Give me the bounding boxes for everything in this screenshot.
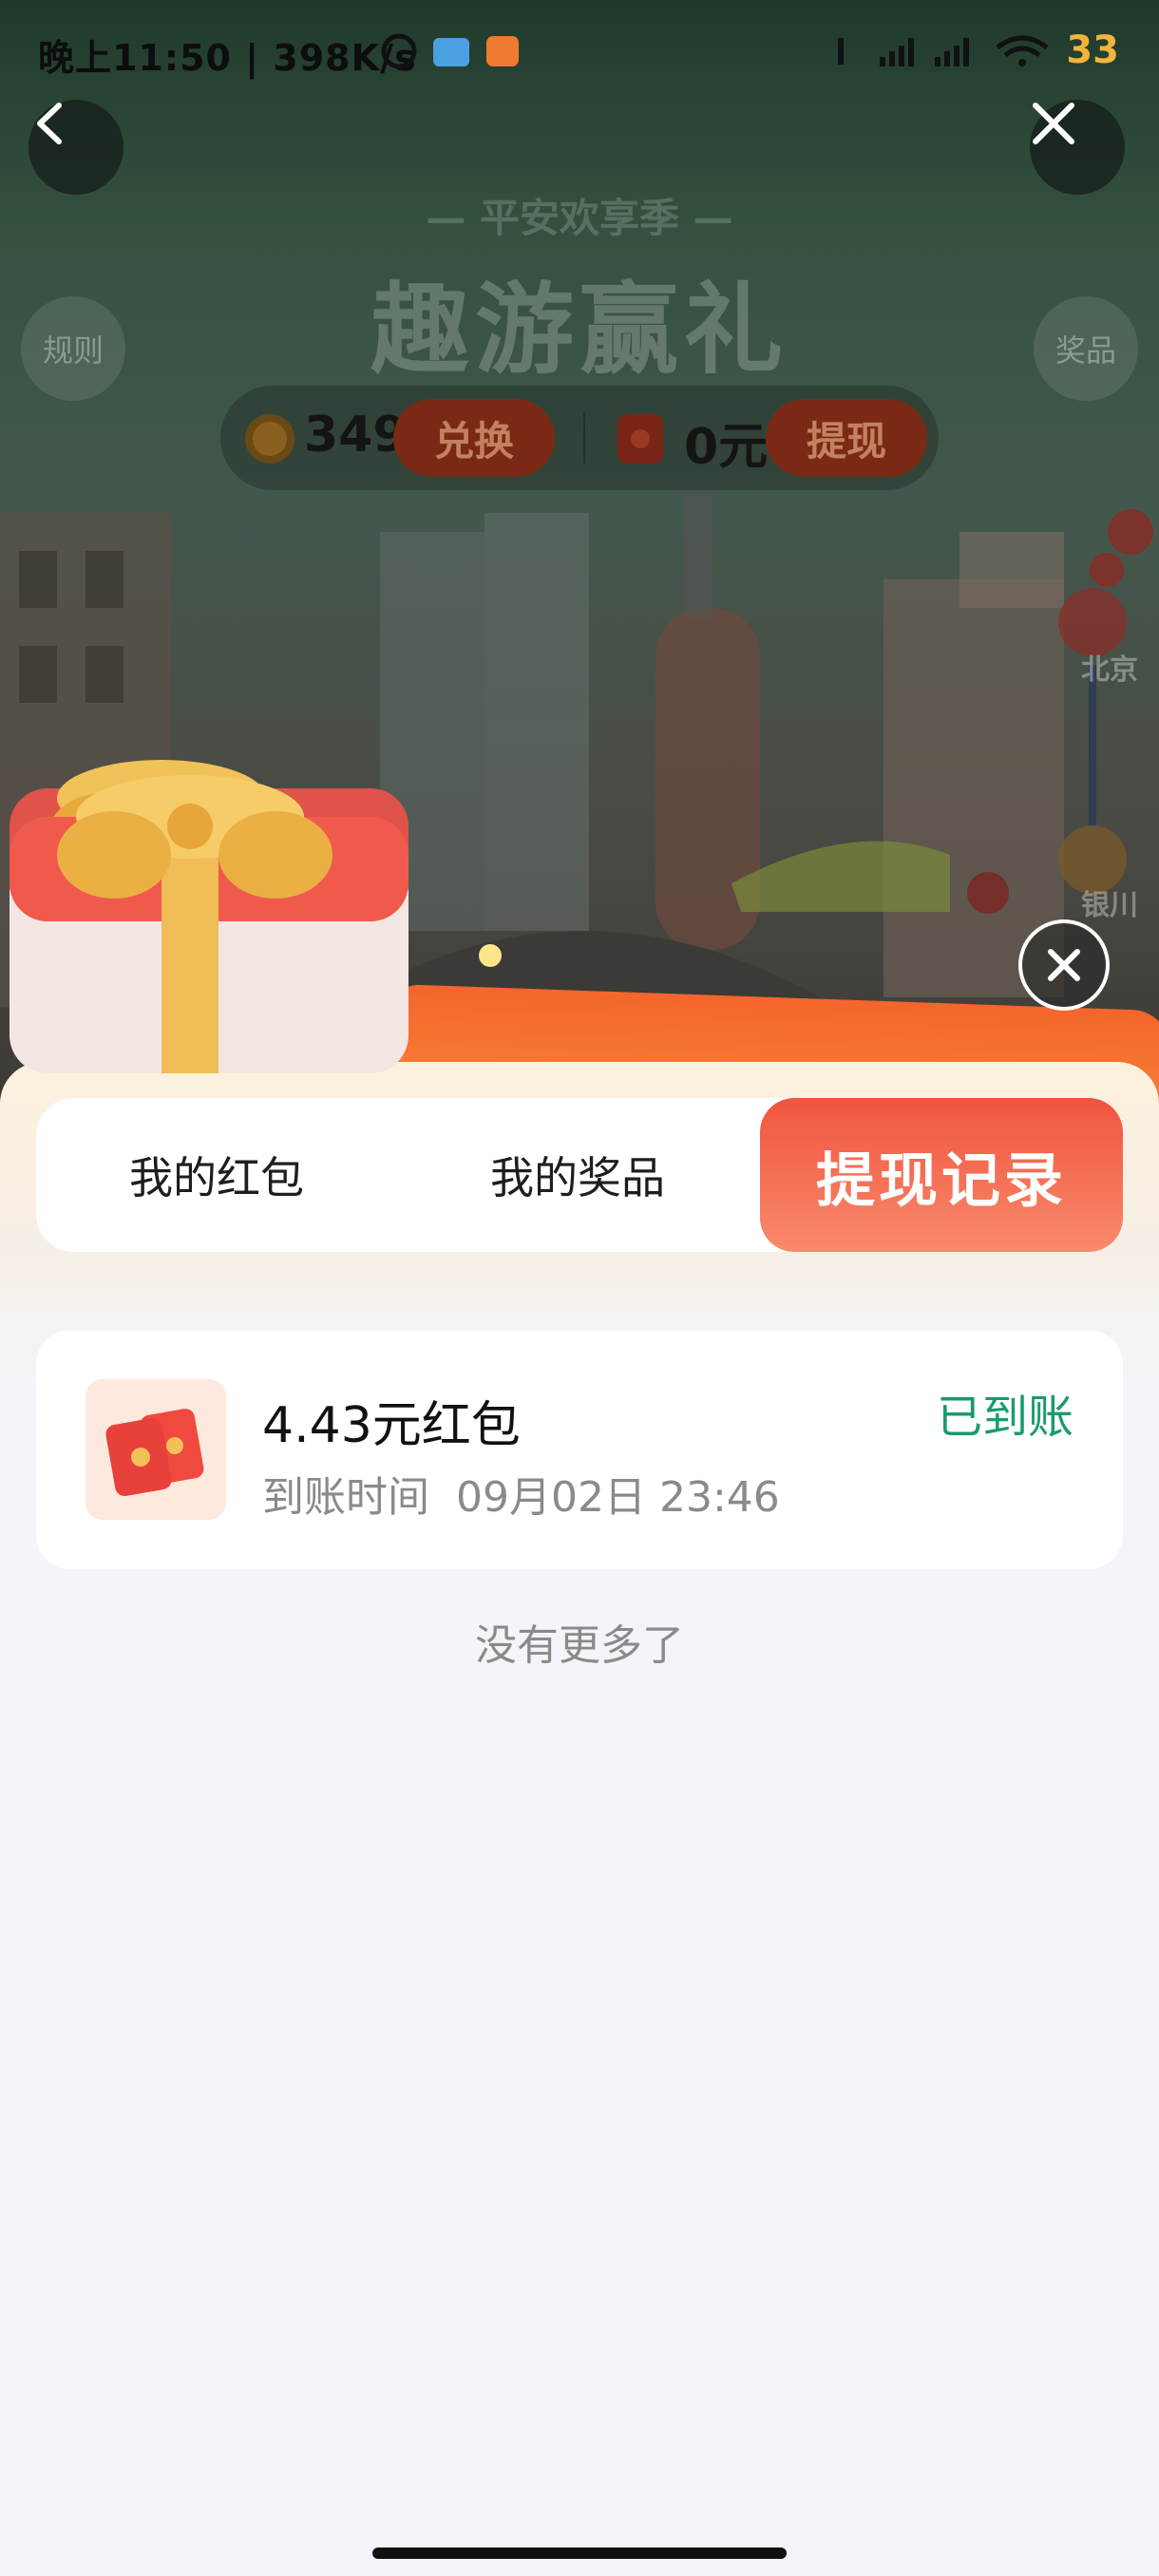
city-label-yinchuan: 银川	[1081, 889, 1138, 922]
home-indicator[interactable]	[372, 2548, 787, 2559]
battery-level: 33	[1066, 28, 1119, 72]
record-time-value: 09月02日 23:46	[456, 1473, 780, 1522]
record-amount: 4.43元红包	[262, 1397, 521, 1454]
red-envelope-icon	[105, 1409, 204, 1497]
city-label-beijing: 北京	[1081, 653, 1138, 687]
gift-box-illustration	[10, 775, 408, 1073]
status-bar: 晚上11:50 | 398K/s 33	[0, 0, 1159, 104]
tab-my-prizes[interactable]: 我的奖品	[397, 1098, 758, 1252]
status-badge: 已到账	[936, 1391, 1074, 1444]
signal-wifi-icons	[838, 35, 1049, 66]
status-icons-left	[381, 33, 469, 69]
coin-icon	[245, 414, 294, 464]
close-icon	[1033, 103, 1074, 144]
record-time-label: 到账时间	[262, 1473, 429, 1522]
back-button[interactable]	[28, 100, 124, 195]
close-icon	[1048, 949, 1080, 981]
exchange-button[interactable]: 兑换	[393, 399, 555, 477]
close-page-button[interactable]	[1030, 100, 1125, 195]
red-envelope-icon	[618, 414, 663, 464]
event-title: 趣游赢礼	[370, 272, 788, 388]
cash-balance: 0元	[684, 419, 769, 476]
app-notification-icon	[486, 36, 519, 66]
divider	[583, 412, 585, 464]
balance-bar: 349 兑换 0元 提现	[220, 386, 939, 490]
prizes-button[interactable]: 奖品	[1034, 296, 1138, 401]
tab-my-red-packets[interactable]: 我的红包	[36, 1098, 397, 1252]
withdraw-button[interactable]: 提现	[766, 399, 927, 477]
status-time: 晚上11:50 | 398K/s	[38, 37, 417, 79]
chevron-left-icon	[37, 103, 62, 144]
rules-button[interactable]: 规则	[21, 296, 125, 401]
records-sheet	[0, 1062, 1159, 2576]
coin-count: 349	[304, 407, 408, 464]
event-subtitle: — 平安欢享季 —	[426, 195, 733, 241]
list-item[interactable]: 4.43元红包 到账时间 09月02日 23:46 已到账	[36, 1330, 1123, 1569]
close-popup-button[interactable]	[1018, 919, 1110, 1011]
end-of-list-text: 没有更多了	[475, 1621, 684, 1670]
tab-withdrawal-records[interactable]: 提现记录	[760, 1098, 1123, 1252]
records-tabs: 我的红包 我的奖品 提现记录	[36, 1098, 1123, 1252]
record-time-row: 到账时间 09月02日 23:46	[262, 1463, 780, 1524]
red-envelope-thumbnail	[86, 1379, 226, 1520]
